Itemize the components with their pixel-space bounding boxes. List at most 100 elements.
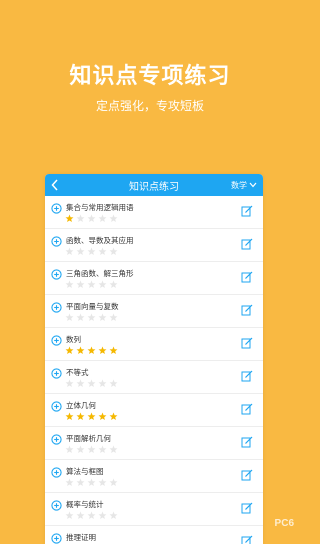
- star-rating: [65, 412, 118, 421]
- topic-name: 集合与常用逻辑用语: [66, 203, 134, 212]
- topic-row[interactable]: 推理证明: [45, 526, 263, 544]
- edit-icon[interactable]: [241, 271, 253, 283]
- star-empty-icon: [76, 313, 85, 322]
- phone-screen: 知识点练习 数学 集合与常用逻辑用语 函数、导数及其应用 三角函数、解三角形平面向量…: [45, 174, 263, 544]
- edit-icon[interactable]: [241, 238, 253, 250]
- topic-row[interactable]: 立体几何: [45, 394, 263, 427]
- expand-plus-icon[interactable]: [51, 434, 62, 445]
- star-filled-icon: [87, 412, 96, 421]
- star-empty-icon: [87, 379, 96, 388]
- topic-name: 立体几何: [66, 401, 96, 410]
- star-filled-icon: [98, 412, 107, 421]
- star-empty-icon: [98, 280, 107, 289]
- topic-row[interactable]: 概率与统计: [45, 493, 263, 526]
- chevron-down-icon: [249, 182, 257, 188]
- topic-row[interactable]: 集合与常用逻辑用语: [45, 196, 263, 229]
- star-empty-icon: [87, 280, 96, 289]
- star-empty-icon: [87, 247, 96, 256]
- star-empty-icon: [65, 280, 74, 289]
- expand-plus-icon[interactable]: [51, 335, 62, 346]
- star-empty-icon: [76, 247, 85, 256]
- star-empty-icon: [98, 313, 107, 322]
- star-filled-icon: [65, 412, 74, 421]
- edit-icon[interactable]: [241, 535, 253, 544]
- expand-plus-icon[interactable]: [51, 368, 62, 379]
- topic-name: 推理证明: [66, 533, 96, 542]
- topic-name: 算法与框图: [66, 467, 104, 476]
- star-empty-icon: [109, 313, 118, 322]
- topic-name: 函数、导数及其应用: [66, 236, 134, 245]
- star-empty-icon: [109, 214, 118, 223]
- expand-plus-icon[interactable]: [51, 302, 62, 313]
- topic-name: 不等式: [66, 368, 89, 377]
- topic-row[interactable]: 不等式: [45, 361, 263, 394]
- topic-name: 三角函数、解三角形: [66, 269, 134, 278]
- star-empty-icon: [76, 478, 85, 487]
- star-empty-icon: [98, 511, 107, 520]
- star-filled-icon: [76, 346, 85, 355]
- topic-row[interactable]: 函数、导数及其应用: [45, 229, 263, 262]
- edit-icon[interactable]: [241, 370, 253, 382]
- edit-icon[interactable]: [241, 436, 253, 448]
- star-empty-icon: [65, 511, 74, 520]
- edit-icon[interactable]: [241, 469, 253, 481]
- star-filled-icon: [76, 412, 85, 421]
- edit-icon[interactable]: [241, 304, 253, 316]
- topic-row[interactable]: 平面解析几何: [45, 427, 263, 460]
- star-rating: [65, 379, 118, 388]
- star-empty-icon: [109, 379, 118, 388]
- star-empty-icon: [98, 214, 107, 223]
- star-empty-icon: [76, 445, 85, 454]
- expand-plus-icon[interactable]: [51, 401, 62, 412]
- topic-row[interactable]: 三角函数、解三角形: [45, 262, 263, 295]
- star-filled-icon: [65, 346, 74, 355]
- subject-selector[interactable]: 数学: [231, 174, 257, 196]
- star-rating: [65, 445, 118, 454]
- expand-plus-icon[interactable]: [51, 203, 62, 214]
- star-empty-icon: [87, 313, 96, 322]
- expand-plus-icon[interactable]: [51, 467, 62, 478]
- topic-name: 概率与统计: [66, 500, 104, 509]
- expand-plus-icon[interactable]: [51, 236, 62, 247]
- star-empty-icon: [109, 478, 118, 487]
- star-filled-icon: [65, 214, 74, 223]
- star-empty-icon: [87, 445, 96, 454]
- star-filled-icon: [109, 346, 118, 355]
- topic-row[interactable]: 平面向量与复数: [45, 295, 263, 328]
- topic-row[interactable]: 数列: [45, 328, 263, 361]
- star-rating: [65, 247, 118, 256]
- expand-plus-icon[interactable]: [51, 533, 62, 544]
- star-rating: [65, 511, 118, 520]
- hero-title: 知识点专项练习: [69, 64, 231, 89]
- star-rating: [65, 478, 118, 487]
- edit-icon[interactable]: [241, 403, 253, 415]
- edit-icon[interactable]: [241, 205, 253, 217]
- star-empty-icon: [109, 247, 118, 256]
- star-empty-icon: [109, 445, 118, 454]
- hero-subtitle: 定点强化，专攻短板: [95, 99, 204, 113]
- star-filled-icon: [87, 346, 96, 355]
- edit-icon[interactable]: [241, 502, 253, 514]
- star-empty-icon: [76, 511, 85, 520]
- topic-row[interactable]: 算法与框图: [45, 460, 263, 493]
- star-rating: [65, 346, 118, 355]
- expand-plus-icon[interactable]: [51, 500, 62, 511]
- star-empty-icon: [98, 445, 107, 454]
- star-empty-icon: [65, 313, 74, 322]
- topic-list: 集合与常用逻辑用语 函数、导数及其应用 三角函数、解三角形平面向量与复数数列不等式立…: [45, 196, 263, 544]
- app-bar: 知识点练习 数学: [45, 174, 263, 196]
- star-empty-icon: [76, 280, 85, 289]
- star-empty-icon: [87, 478, 96, 487]
- topic-name: 数列: [66, 335, 81, 344]
- star-rating: [65, 214, 118, 223]
- edit-icon[interactable]: [241, 337, 253, 349]
- star-empty-icon: [98, 247, 107, 256]
- star-rating: [65, 313, 118, 322]
- star-empty-icon: [87, 511, 96, 520]
- star-empty-icon: [109, 511, 118, 520]
- expand-plus-icon[interactable]: [51, 269, 62, 280]
- watermark: PC6: [274, 518, 294, 529]
- star-empty-icon: [76, 214, 85, 223]
- star-filled-icon: [109, 412, 118, 421]
- star-empty-icon: [65, 247, 74, 256]
